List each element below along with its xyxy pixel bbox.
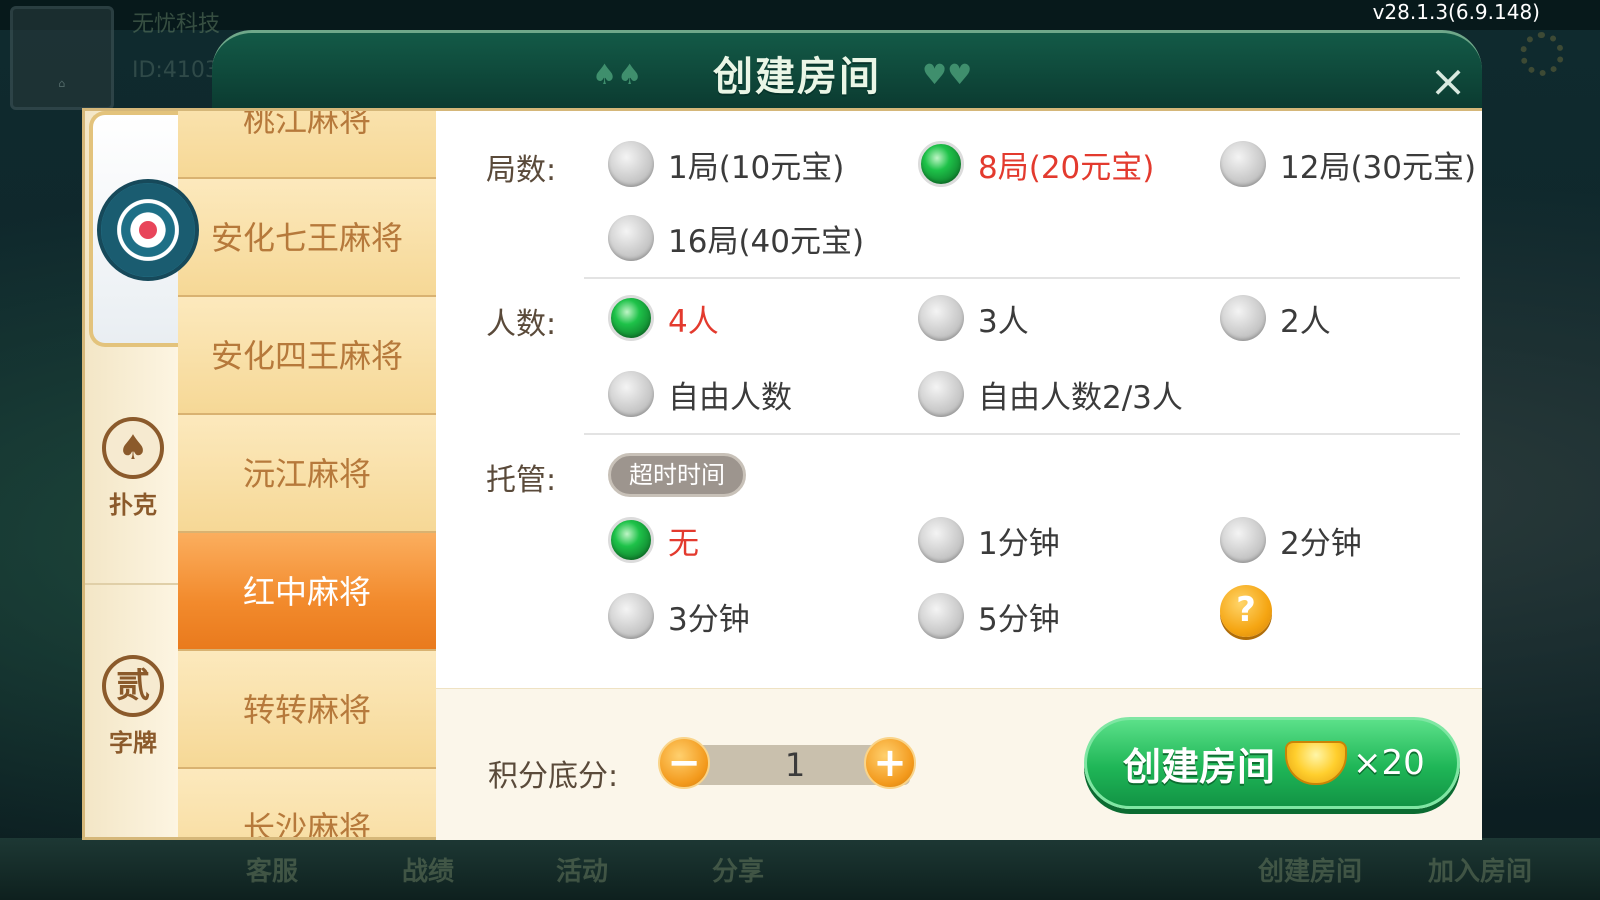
lobby-nav-records: 战绩: [402, 857, 455, 887]
create-room-button[interactable]: 创建房间 ×20: [1084, 717, 1460, 809]
auto-play-option-5min[interactable]: 5分钟: [918, 593, 1060, 639]
lobby-top-bar: [0, 0, 1600, 30]
game-item-taojiang[interactable]: 桃江麻将: [178, 111, 436, 179]
rounds-option-label: 16局(40元宝): [668, 223, 865, 260]
players-option-3[interactable]: 3人: [918, 295, 1029, 341]
game-item-zhuanzhuan[interactable]: 转转麻将: [178, 651, 436, 769]
zipai-icon: 贰: [102, 655, 164, 717]
version-label: v28.1.3(6.9.148): [1372, 0, 1540, 24]
rounds-label: 局数:: [486, 153, 557, 188]
category-label-zipai: 字牌: [109, 729, 157, 757]
gold-ingot-icon: [1285, 741, 1348, 785]
players-option-label: 2人: [1280, 303, 1331, 340]
radio-button-selected[interactable]: [608, 517, 654, 563]
players-option-2[interactable]: 2人: [1220, 295, 1331, 341]
bottom-action-bar: 积分底分: 1 − + 创建房间 ×20: [436, 688, 1482, 840]
dialog-title: 创建房间: [713, 54, 881, 100]
players-option-label: 4人: [668, 303, 719, 340]
radio-button-selected[interactable]: [918, 141, 964, 187]
category-sidebar: ♠ 扑克 贰 字牌: [82, 108, 249, 840]
minus-button[interactable]: −: [658, 737, 710, 789]
radio-button[interactable]: [608, 593, 654, 639]
auto-play-option-label: 2分钟: [1280, 525, 1362, 562]
plus-button[interactable]: +: [864, 737, 916, 789]
timeout-badge: 超时时间: [608, 453, 746, 497]
radio-button[interactable]: [608, 371, 654, 417]
radio-button[interactable]: [1220, 295, 1266, 341]
radio-button[interactable]: [918, 593, 964, 639]
radio-button[interactable]: [918, 517, 964, 563]
game-item-anhua-siwang[interactable]: 安化四王麻将: [178, 297, 436, 415]
auto-play-option-label: 无: [668, 525, 699, 562]
auto-play-label: 托管:: [486, 463, 557, 498]
category-tab-zipai[interactable]: 贰 字牌: [85, 655, 181, 758]
radio-button[interactable]: [918, 371, 964, 417]
players-option-free[interactable]: 自由人数: [608, 371, 792, 417]
rounds-option-label: 12局(30元宝): [1280, 149, 1477, 186]
radio-button[interactable]: [918, 295, 964, 341]
game-list: 桃江麻将 安化七王麻将 安化四王麻将 沅江麻将 红中麻将 转转麻将 长沙麻将: [178, 108, 436, 840]
rounds-option-12[interactable]: 12局(30元宝): [1220, 141, 1476, 187]
mahjong-tile-icon: [97, 179, 199, 281]
rounds-option-label: 8局(20元宝): [978, 149, 1155, 186]
players-label: 人数:: [486, 307, 557, 342]
rounds-option-8[interactable]: 8局(20元宝): [918, 141, 1154, 187]
gear-icon: [1520, 32, 1564, 76]
auto-play-option-label: 5分钟: [978, 601, 1060, 638]
players-option-label: 3人: [978, 303, 1029, 340]
lobby-nav-events: 活动: [556, 857, 609, 887]
auto-play-option-2min[interactable]: 2分钟: [1220, 517, 1362, 563]
radio-button[interactable]: [608, 215, 654, 261]
auto-play-option-none[interactable]: 无: [608, 517, 699, 563]
players-option-free-2-3[interactable]: 自由人数2/3人: [918, 371, 1183, 417]
help-question-icon[interactable]: ?: [1220, 585, 1272, 637]
options-panel: 局数: 1局(10元宝) 8局(20元宝) 12局(30元宝) 16局(40元宝…: [436, 108, 1482, 840]
game-item-hongzhong[interactable]: 红中麻将: [178, 533, 436, 651]
players-option-label: 自由人数: [668, 379, 792, 416]
create-room-button-label: 创建房间: [1123, 744, 1276, 789]
rounds-option-16[interactable]: 16局(40元宝): [608, 215, 864, 261]
radio-button[interactable]: [1220, 141, 1266, 187]
auto-play-option-label: 3分钟: [668, 601, 750, 638]
lobby-nav-support: 客服: [246, 857, 299, 887]
rounds-option-1[interactable]: 1局(10元宝): [608, 141, 844, 187]
category-tab-poker[interactable]: ♠ 扑克: [85, 417, 181, 520]
section-divider: [584, 277, 1460, 279]
section-divider: [584, 433, 1460, 435]
base-score-label: 积分底分:: [488, 759, 619, 794]
spade-icon: ♠: [102, 417, 164, 479]
rounds-option-label: 1局(10元宝): [668, 149, 845, 186]
players-option-label: 自由人数2/3人: [978, 379, 1183, 416]
auto-play-option-label: 1分钟: [978, 525, 1060, 562]
radio-button-selected[interactable]: [608, 295, 654, 341]
category-divider: [85, 583, 181, 585]
close-button[interactable]: ×: [1424, 58, 1472, 106]
create-room-cost: ×20: [1353, 743, 1425, 783]
lobby-nav-share: 分享: [712, 857, 765, 887]
lobby-bottom-nav: 客服 战绩 活动 分享 创建房间 加入房间: [0, 838, 1600, 900]
radio-button[interactable]: [608, 141, 654, 187]
lobby-nav-create-room: 创建房间: [1258, 857, 1363, 887]
players-option-4[interactable]: 4人: [608, 295, 719, 341]
game-item-changsha[interactable]: 长沙麻将: [178, 769, 436, 837]
auto-play-option-1min[interactable]: 1分钟: [918, 517, 1060, 563]
auto-play-option-3min[interactable]: 3分钟: [608, 593, 750, 639]
lobby-nav-join-room: 加入房间: [1428, 857, 1533, 887]
radio-button[interactable]: [1220, 517, 1266, 563]
category-label-poker: 扑克: [109, 491, 157, 519]
game-item-yuanjiang[interactable]: 沅江麻将: [178, 415, 436, 533]
game-item-anhua-qiwang[interactable]: 安化七王麻将: [178, 179, 436, 297]
create-room-dialog: ♠♠ ♥♥ 创建房间 × ♠ 扑克 贰 字牌 桃江麻将 安化七王麻将 安化四王麻…: [82, 30, 1512, 840]
